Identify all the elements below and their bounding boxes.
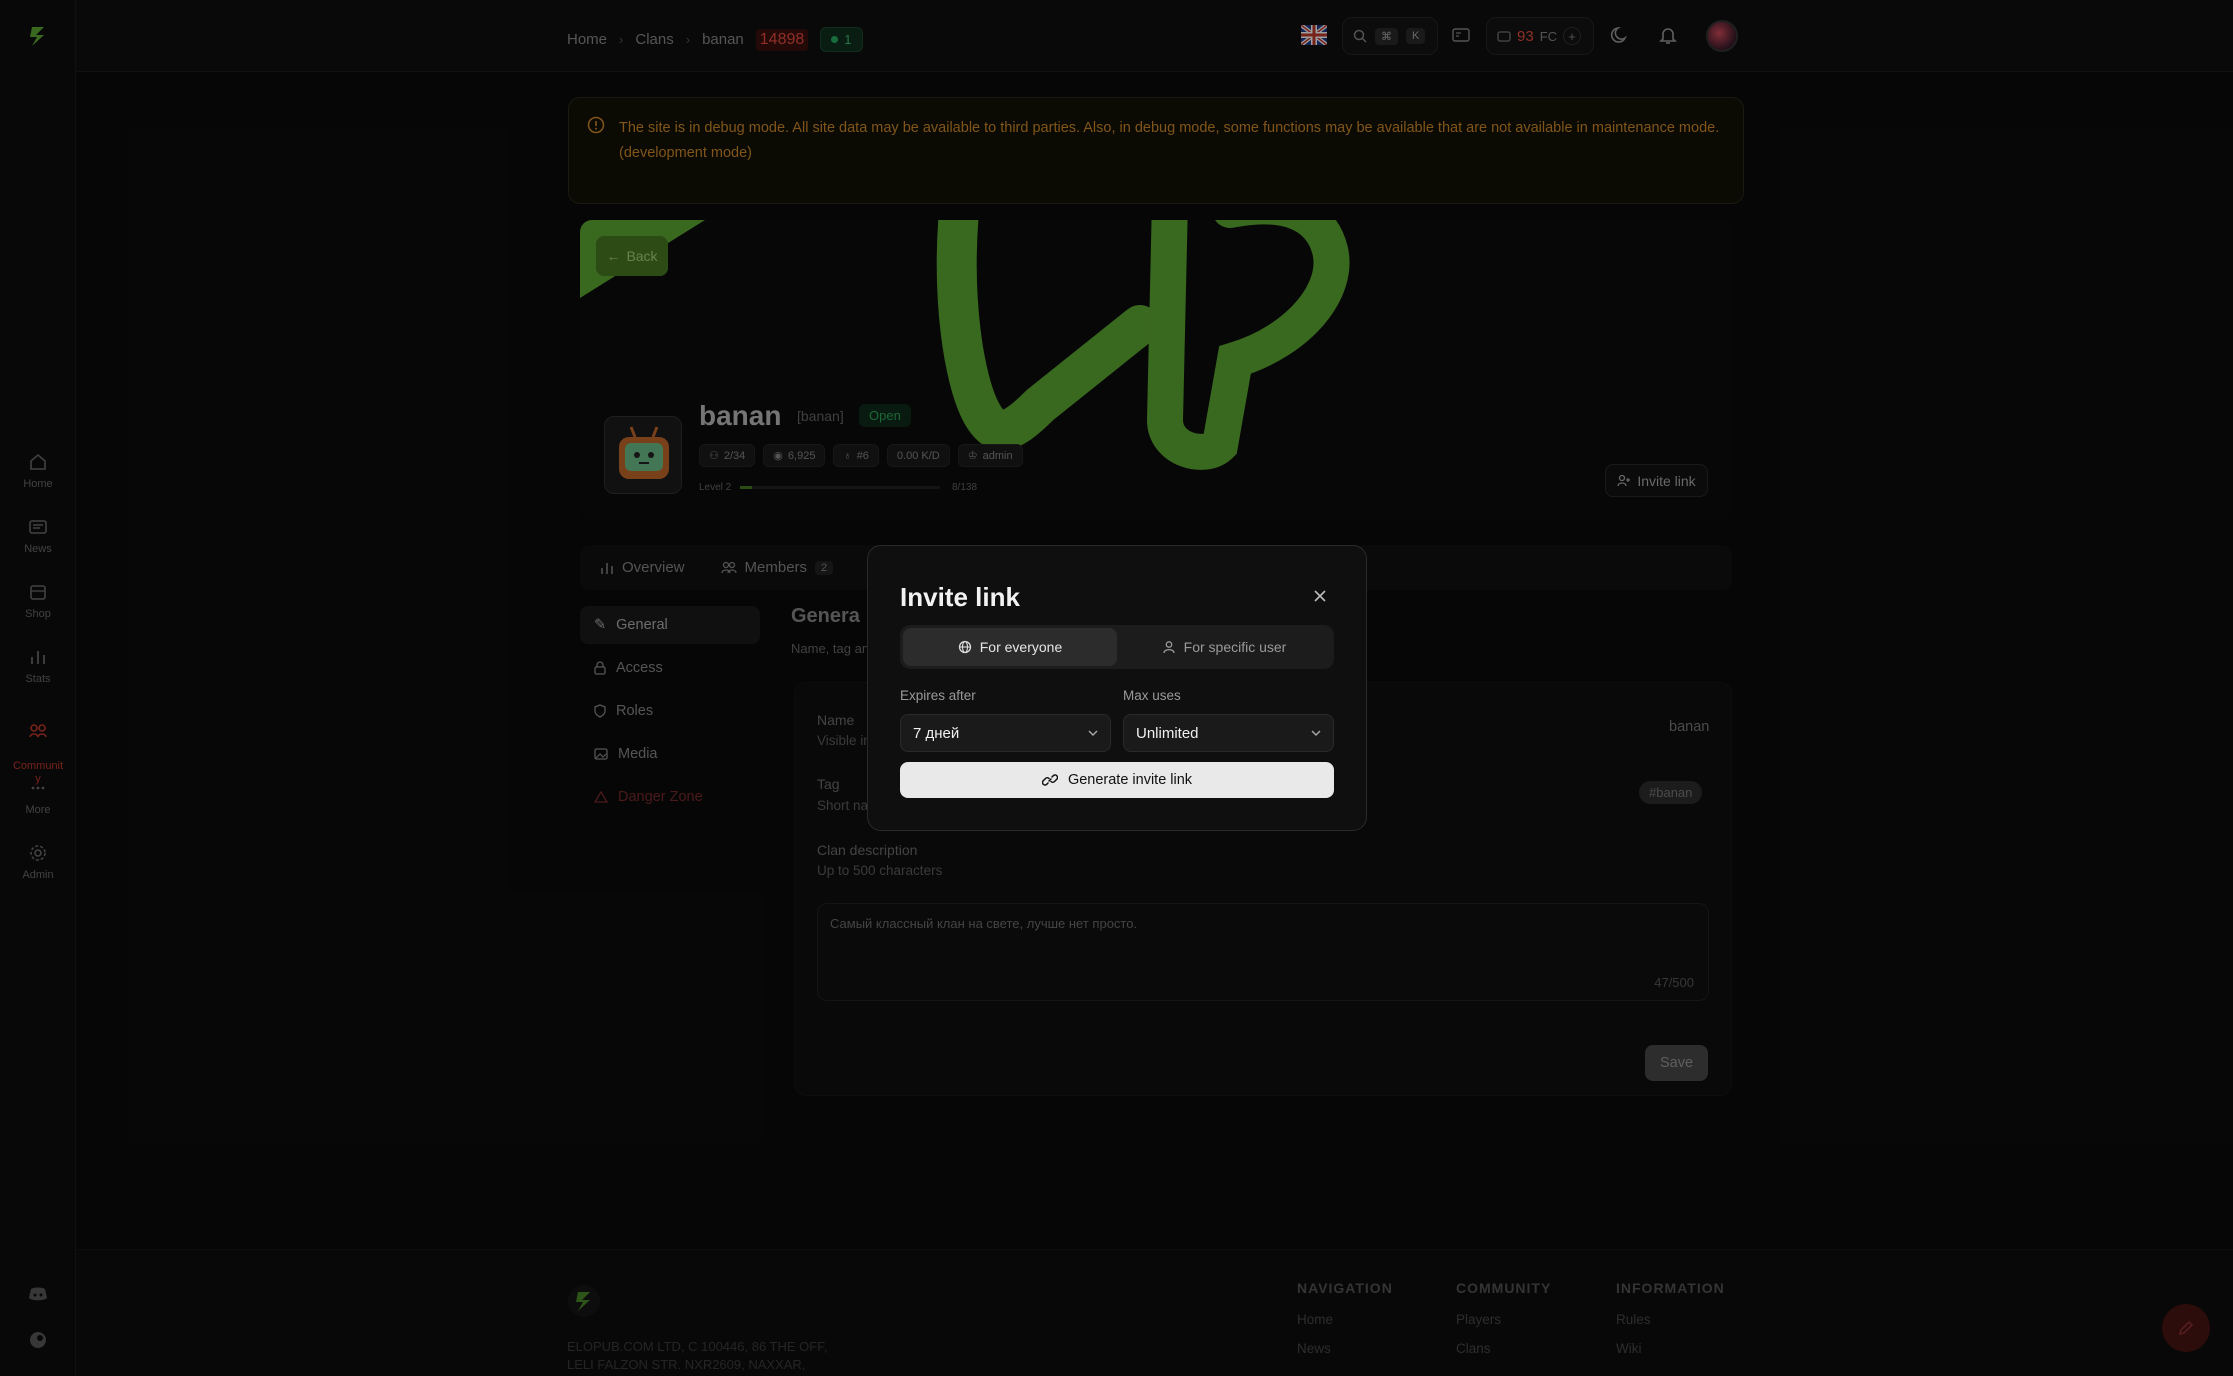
chevron-down-icon xyxy=(1088,730,1098,736)
seg-label: For everyone xyxy=(979,639,1063,655)
max-uses-value: Unlimited xyxy=(1136,724,1199,742)
invite-link-modal: Invite link For everyone For specific us… xyxy=(867,545,1367,831)
seg-label: For specific user xyxy=(1183,639,1287,655)
close-icon xyxy=(1314,590,1326,602)
seg-for-specific-user[interactable]: For specific user xyxy=(1117,628,1331,666)
globe-icon xyxy=(958,640,971,654)
generate-invite-link-button[interactable]: Generate invite link xyxy=(900,762,1334,798)
generate-label: Generate invite link xyxy=(1067,772,1193,788)
chevron-down-icon xyxy=(1311,730,1321,736)
close-button[interactable] xyxy=(1308,584,1332,608)
invite-type-toggle: For everyone For specific user xyxy=(900,625,1334,669)
expires-value: 7 дней xyxy=(913,724,960,742)
max-uses-label: Max uses xyxy=(1123,688,1181,703)
max-uses-select[interactable]: Unlimited xyxy=(1123,714,1334,752)
link-icon xyxy=(1041,774,1058,786)
modal-title: Invite link xyxy=(900,582,1020,612)
user-icon xyxy=(1162,641,1175,654)
expires-label: Expires after xyxy=(900,688,976,703)
seg-for-everyone[interactable]: For everyone xyxy=(903,628,1117,666)
expires-select[interactable]: 7 дней xyxy=(900,714,1111,752)
